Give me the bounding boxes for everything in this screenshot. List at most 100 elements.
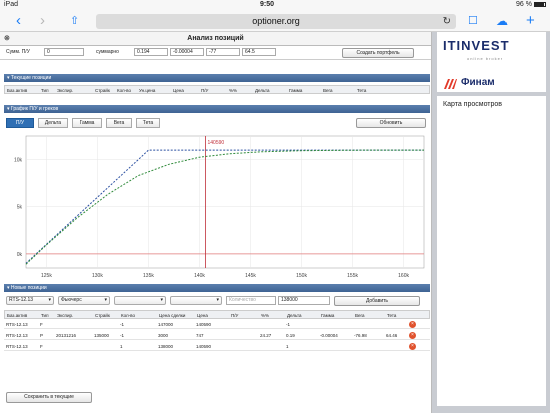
back-icon[interactable]: ‹: [16, 12, 21, 30]
finam-logo-icon: [444, 79, 457, 89]
sum-value: 0: [44, 48, 84, 56]
bookmarks-icon[interactable]: ☐: [468, 12, 478, 30]
pl-chart: 125k 130k 135k 140k 145k 150k 155k 160k 10k 5k 0k 1…: [4, 130, 430, 282]
current-positions-header[interactable]: Текущие позиции: [4, 74, 430, 82]
views-map-panel: Карта просмотров: [437, 96, 546, 406]
table-cell: F: [40, 344, 43, 349]
col-delta: Дельта: [255, 88, 270, 93]
table-cell: RTS-12.13: [6, 344, 28, 349]
table-row[interactable]: RTS-12.13 F 1 138000 140590 1 ×: [4, 342, 430, 351]
col-vega: Вега: [355, 313, 365, 318]
table-cell: 3000: [158, 333, 169, 338]
table-row[interactable]: RTS-12.13 F -1 147000 140590 -1 ×: [4, 320, 430, 329]
tab-pl[interactable]: П/У: [6, 118, 34, 128]
status-bar: iPad 9:50 96 %: [0, 0, 550, 10]
strike-select[interactable]: [170, 296, 222, 305]
close-icon[interactable]: ⊗: [4, 32, 10, 46]
device-name: iPad: [4, 1, 19, 8]
col-asset: Баз.актив: [7, 313, 28, 318]
table-cell: -1: [286, 322, 291, 327]
share-icon[interactable]: ⇧: [70, 12, 79, 30]
reload-icon[interactable]: ↻: [443, 14, 451, 29]
col-price: Цена: [197, 313, 208, 318]
delete-row-icon[interactable]: ×: [409, 321, 416, 328]
y-tick-label: 10k: [14, 158, 23, 164]
battery-icon: [534, 1, 546, 7]
col-pl: П/У: [231, 313, 239, 318]
summary-theta: 64.5: [242, 48, 276, 56]
col-theta: Тета: [357, 88, 367, 93]
col-gamma: Гамма: [321, 313, 335, 318]
refresh-button[interactable]: Обновить: [356, 118, 426, 128]
forward-icon[interactable]: ›: [40, 12, 45, 30]
cloud-tabs-icon[interactable]: ☁: [496, 12, 508, 30]
battery-status: 96 %: [516, 1, 546, 8]
col-unit-price: Ун.цена: [139, 88, 156, 93]
tab-delta[interactable]: Дельта: [38, 118, 68, 128]
analysis-window: ⊗ Анализ позиций Сумм. П/У 0 суммарно 0.…: [0, 32, 432, 413]
table-cell: RTS-12.13: [6, 333, 28, 338]
table-cell: 747: [196, 333, 204, 338]
summary-gamma: -0.00004: [170, 48, 204, 56]
url-text: optioner.org: [252, 16, 300, 26]
sum-label: Сумм. П/У: [6, 49, 30, 55]
instrument-type-select[interactable]: Фьючерс: [58, 296, 110, 305]
summary-label: суммарно: [96, 49, 119, 55]
add-button[interactable]: Добавить: [334, 296, 420, 306]
quantity-input[interactable]: Количество: [226, 296, 276, 305]
expiry-select[interactable]: [114, 296, 166, 305]
x-tick-label: 145k: [245, 273, 256, 279]
table-cell: -1: [120, 322, 125, 327]
broker-ads[interactable]: ITINVEST online broker Финам: [437, 32, 546, 92]
graph-panel-header[interactable]: График П/У и греков: [4, 105, 430, 113]
col-strike: Страйк: [95, 88, 110, 93]
pl-chart-svg: 125k 130k 135k 140k 145k 150k 155k 160k 10k 5k 0k 1…: [14, 135, 425, 279]
col-pl: П/У: [201, 88, 209, 93]
y-tick-label: 0k: [17, 252, 23, 258]
delete-row-icon[interactable]: ×: [409, 343, 416, 350]
x-tick-label: 135k: [143, 273, 154, 279]
current-positions-table-header: Баз.актив Тип Экспир. Страйк Кол-во Ун.ц…: [4, 85, 430, 94]
page-title: Анализ позиций: [187, 35, 244, 42]
table-cell: 1: [286, 344, 289, 349]
itinvest-logo: ITINVEST: [443, 38, 510, 53]
url-bar[interactable]: optioner.org ↻: [96, 14, 456, 29]
new-tab-icon[interactable]: +: [526, 12, 535, 30]
col-pct: %%: [229, 88, 238, 93]
save-to-current-button[interactable]: Сохранить в текущие: [6, 392, 92, 403]
table-cell: 20131216: [56, 333, 77, 338]
tab-gamma[interactable]: Гамма: [72, 118, 102, 128]
table-cell: 138000: [158, 344, 174, 349]
tab-theta[interactable]: Тета: [136, 118, 160, 128]
x-tick-label: 130k: [92, 273, 103, 279]
table-cell: RTS-12.13: [6, 322, 28, 327]
plot-area: [25, 135, 425, 269]
y-tick-label: 5k: [17, 205, 23, 211]
x-tick-label: 140k: [194, 273, 205, 279]
itinvest-tagline: online broker: [467, 56, 504, 61]
col-price: Цена: [173, 88, 184, 93]
sidebar: ITINVEST online broker Финам Карта просм…: [433, 32, 550, 413]
table-cell: 64.46: [386, 333, 398, 338]
col-type: Тип: [41, 88, 49, 93]
table-cell: 135000: [94, 333, 110, 338]
table-cell: 1: [120, 344, 123, 349]
price-input[interactable]: 138000: [278, 296, 330, 305]
create-portfolio-button[interactable]: Создать портфель: [342, 48, 414, 58]
table-cell: -1: [120, 333, 125, 338]
delete-row-icon[interactable]: ×: [409, 332, 416, 339]
x-tick-label: 125k: [41, 273, 52, 279]
tab-vega[interactable]: Вега: [106, 118, 132, 128]
table-row[interactable]: RTS-12.13 P 20131216 135000 -1 3000 747 24.27 0.…: [4, 331, 430, 340]
summary-vega: -77: [206, 48, 240, 56]
x-tick-label: 150k: [296, 273, 307, 279]
finam-brand: Финам: [461, 77, 495, 88]
new-positions-header[interactable]: Новые позиции: [4, 284, 430, 292]
x-tick-label: 160k: [398, 273, 409, 279]
col-delta: Дельта: [287, 313, 302, 318]
new-positions-table-header: Баз.актив Тип Экспир. Страйк Кол-во Цена…: [4, 310, 430, 319]
col-pct: %%: [261, 313, 270, 318]
price-marker-label: 140590: [208, 140, 225, 146]
x-tick-label: 155k: [347, 273, 358, 279]
asset-select[interactable]: RTS-12.13: [6, 296, 54, 305]
